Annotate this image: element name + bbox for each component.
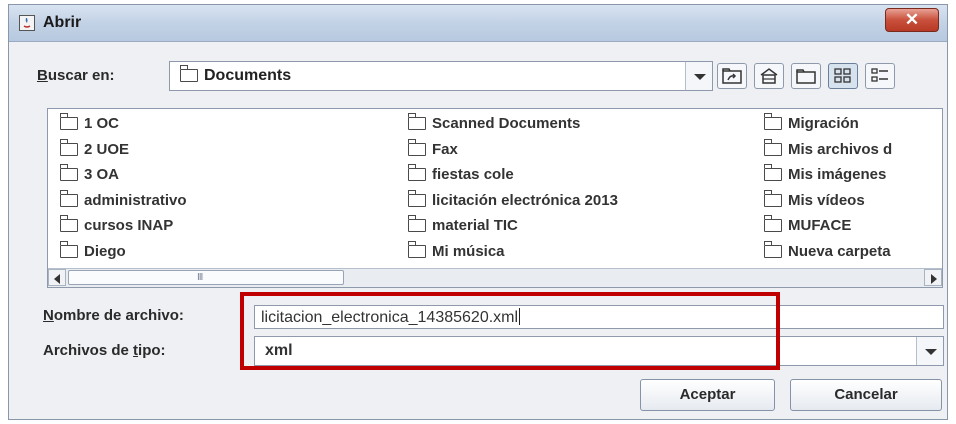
- details-view-button[interactable]: [865, 63, 895, 89]
- arrow-left-icon: [54, 274, 60, 284]
- file-list-item[interactable]: material TIC: [407, 215, 518, 234]
- close-button[interactable]: ✕: [885, 8, 939, 32]
- file-list-item[interactable]: Mis vídeos: [763, 189, 865, 209]
- file-list-item[interactable]: Scanned Documents: [407, 113, 581, 132]
- open-dialog: Abrir ✕ Buscar en: Documents 1 OC 2 UOE 3 …: [8, 4, 948, 420]
- file-list-item[interactable]: 3 OA: [59, 164, 120, 183]
- folder-icon: [763, 138, 782, 156]
- look-in-dropdown-button[interactable]: [685, 62, 712, 90]
- file-list-item[interactable]: Mis imágenes: [763, 164, 887, 183]
- folder-icon: [407, 240, 426, 258]
- folder-icon: [407, 113, 426, 130]
- file-list-item[interactable]: 2 UOE: [59, 138, 130, 158]
- folder-icon: [179, 65, 198, 82]
- look-in-value: Documents: [204, 67, 292, 84]
- home-button[interactable]: [754, 63, 784, 89]
- file-list-item[interactable]: Nueva carpeta: [763, 240, 891, 260]
- folder-icon: [763, 215, 782, 232]
- scroll-thumb[interactable]: III: [68, 270, 344, 285]
- file-list-item[interactable]: Mis archivos d: [763, 138, 893, 158]
- folder-icon: [59, 113, 78, 130]
- scroll-right-button[interactable]: [924, 269, 942, 286]
- file-list-item-label: 2 UOE: [84, 140, 130, 158]
- arrow-right-icon: [931, 274, 937, 284]
- details-view-icon: [871, 68, 888, 82]
- file-list-item[interactable]: administrativo: [59, 189, 187, 209]
- file-list-item-label: cursos INAP: [84, 217, 174, 234]
- up-folder-icon: [722, 68, 742, 84]
- file-list-item-label: administrativo: [84, 191, 187, 209]
- folder-icon: [59, 240, 78, 258]
- file-list-item-label: licitación electrónica 2013: [432, 191, 618, 209]
- red-highlight-box: [240, 292, 780, 370]
- chevron-down-icon: [694, 74, 706, 80]
- folder-icon: [59, 138, 78, 156]
- file-list-item[interactable]: Migración: [763, 113, 859, 132]
- folder-icon: [763, 164, 782, 181]
- folder-icon: [763, 113, 782, 130]
- file-list-item[interactable]: MUFACE: [763, 215, 852, 234]
- home-icon: [760, 68, 778, 84]
- file-list-item-label: Scanned Documents: [432, 115, 581, 132]
- folder-icon: [59, 189, 78, 207]
- file-list-item-label: fiestas cole: [432, 166, 514, 183]
- file-list-item-label: 1 OC: [84, 115, 120, 132]
- close-icon: ✕: [904, 10, 920, 29]
- folder-icon: [407, 138, 426, 156]
- accept-button[interactable]: Aceptar: [640, 379, 775, 411]
- folder-icon: [59, 164, 78, 181]
- file-list-item-label: Mis archivos d: [788, 140, 893, 158]
- up-folder-button[interactable]: [717, 63, 747, 89]
- window-title: Abrir: [43, 14, 82, 31]
- file-list-item[interactable]: fiestas cole: [407, 164, 514, 183]
- file-list[interactable]: 1 OC 2 UOE 3 OA administrativo cursos INAP Di…: [47, 108, 943, 288]
- file-list-item-label: Diego: [84, 242, 126, 260]
- file-list-item-label: Mis vídeos: [788, 191, 865, 209]
- chevron-down-icon: [925, 349, 937, 355]
- file-name-label: Nombre de archivo:: [43, 307, 184, 324]
- file-list-item-label: Migración: [788, 115, 859, 132]
- file-list-item[interactable]: cursos INAP: [59, 215, 174, 234]
- file-list-item-label: Mis imágenes: [788, 166, 887, 183]
- folder-icon: [59, 215, 78, 232]
- list-view-icon: [834, 68, 851, 83]
- new-folder-button[interactable]: [791, 63, 821, 89]
- file-list-item-label: MUFACE: [788, 217, 852, 234]
- file-list-item-label: material TIC: [432, 217, 518, 234]
- file-list-item[interactable]: 1 OC: [59, 113, 120, 132]
- folder-icon: [407, 164, 426, 181]
- file-list-item-label: Nueva carpeta: [788, 242, 891, 260]
- file-list-item[interactable]: Diego: [59, 240, 126, 260]
- list-view-button[interactable]: [828, 63, 858, 89]
- file-list-item-label: Mi música: [432, 242, 505, 260]
- folder-icon: [407, 189, 426, 207]
- title-bar[interactable]: Abrir ✕: [9, 5, 947, 42]
- folder-icon: [407, 215, 426, 232]
- look-in-label: Buscar en:: [37, 67, 115, 84]
- scroll-left-button[interactable]: [48, 269, 66, 286]
- file-list-item[interactable]: Mi música: [407, 240, 505, 260]
- file-list-item[interactable]: licitación electrónica 2013: [407, 189, 618, 209]
- folder-icon: [763, 189, 782, 207]
- java-app-icon: [19, 15, 35, 31]
- file-list-item-label: Fax: [432, 140, 458, 158]
- scroll-grip: III: [197, 272, 203, 283]
- file-list-item-label: 3 OA: [84, 166, 120, 183]
- file-type-label: Archivos de tipo:: [43, 342, 166, 359]
- horizontal-scrollbar[interactable]: III: [48, 268, 942, 287]
- folder-icon: [763, 240, 782, 258]
- look-in-combo[interactable]: Documents: [169, 61, 713, 91]
- file-list-item[interactable]: Fax: [407, 138, 458, 158]
- file-type-dropdown-button[interactable]: [916, 337, 943, 365]
- new-folder-icon: [796, 69, 816, 84]
- cancel-button[interactable]: Cancelar: [790, 379, 942, 411]
